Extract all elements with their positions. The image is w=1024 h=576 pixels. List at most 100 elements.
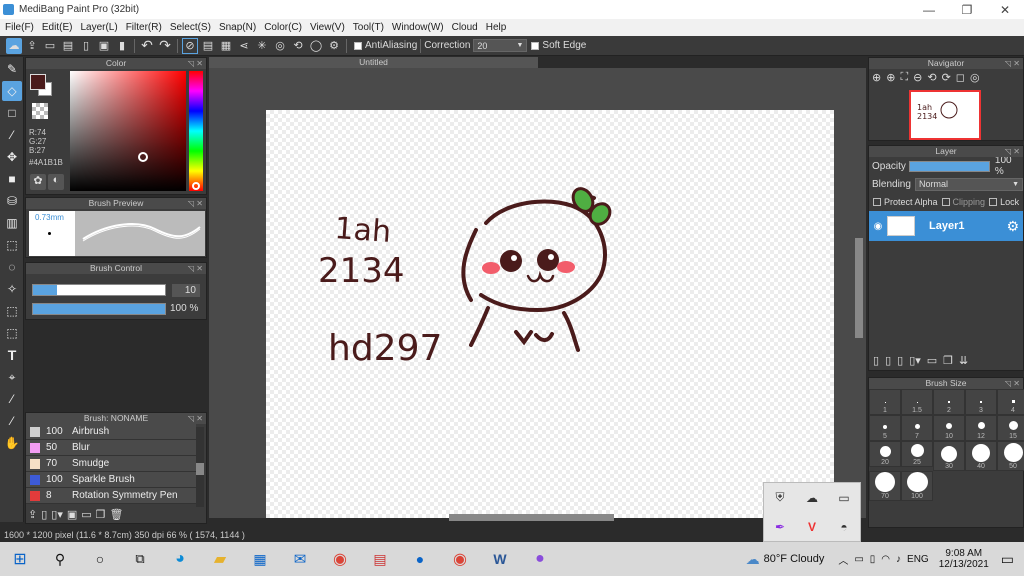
save-brush-icon[interactable]: ▣ bbox=[67, 508, 77, 521]
brush-size-value[interactable]: 10 bbox=[172, 284, 200, 297]
folder-icon[interactable]: ▭ bbox=[927, 354, 937, 367]
file-explorer-icon[interactable]: ▰ bbox=[200, 542, 240, 576]
fit-icon[interactable]: ⛶ bbox=[900, 71, 908, 84]
panel-options-icon[interactable]: ◹ ✕ bbox=[1005, 378, 1020, 389]
eraser-tool-icon[interactable]: ◇ bbox=[2, 81, 22, 101]
brush-size-option[interactable]: 10 bbox=[933, 415, 965, 441]
task-view-icon[interactable]: ⧉ bbox=[120, 542, 160, 576]
upload-brush-icon[interactable]: ⇪ bbox=[28, 508, 37, 521]
close-button[interactable]: ✕ bbox=[986, 3, 1024, 17]
scrollbar-thumb[interactable] bbox=[196, 463, 204, 475]
brush-size-option[interactable]: 12 bbox=[965, 415, 997, 441]
mail-icon[interactable]: ✉ bbox=[280, 542, 320, 576]
new-brush-icon[interactable]: ▯ bbox=[41, 508, 47, 521]
redo-icon[interactable]: ↷ bbox=[157, 37, 173, 54]
brush-item[interactable]: 70 Smudge bbox=[26, 456, 196, 472]
network-icon[interactable]: ▭ bbox=[854, 554, 863, 565]
color-picker-icon[interactable]: ◐ bbox=[48, 174, 64, 190]
soft-edge-checkbox[interactable] bbox=[531, 41, 540, 50]
trash-icon[interactable]: 🗑 bbox=[110, 508, 124, 521]
new-1bit-layer-icon[interactable]: ▯ bbox=[897, 354, 903, 367]
app-grid-icon[interactable]: ▤ bbox=[360, 542, 400, 576]
cloud-icon[interactable]: ☁ bbox=[6, 37, 22, 54]
antialiasing-checkbox[interactable] bbox=[354, 41, 362, 50]
transparent-color-swatch[interactable] bbox=[32, 103, 48, 119]
menu-snap[interactable]: Snap(N) bbox=[219, 22, 256, 33]
reset-icon[interactable]: ◻ bbox=[956, 71, 965, 84]
clipping-checkbox[interactable] bbox=[941, 198, 950, 206]
cloud-icon[interactable]: ☁ bbox=[806, 491, 818, 505]
move-tool-icon[interactable]: ✥ bbox=[2, 147, 22, 167]
brush-item[interactable]: 100 Airbrush bbox=[26, 424, 196, 440]
brush-size-option[interactable]: 1.5 bbox=[901, 389, 933, 415]
blending-dropdown[interactable]: Normal ▼ bbox=[915, 177, 1023, 191]
layer-item[interactable]: ◉ Layer1 ⚙ bbox=[869, 211, 1023, 241]
menu-cloud[interactable]: Cloud bbox=[452, 22, 478, 33]
rotate-right-icon[interactable]: ⟳ bbox=[942, 71, 951, 84]
curve-snap-icon[interactable]: ⟲ bbox=[290, 38, 306, 54]
menu-filter[interactable]: Filter(R) bbox=[126, 22, 162, 33]
circle-snap-icon[interactable]: ◯ bbox=[308, 38, 324, 54]
layer-settings-gear-icon[interactable]: ⚙ bbox=[1006, 218, 1019, 235]
paint-drop-icon[interactable]: ● bbox=[520, 542, 560, 576]
discord-icon[interactable]: ◓ bbox=[840, 520, 847, 534]
canvas-area[interactable]: 1ah 2134 hd297 bbox=[209, 68, 866, 521]
brush-item[interactable]: 100 Sparkle Brush bbox=[26, 472, 196, 488]
language-indicator[interactable]: ENG bbox=[907, 554, 929, 565]
edge-icon[interactable]: ◕ bbox=[160, 542, 200, 576]
magic-wand-tool-icon[interactable]: ✧ bbox=[2, 279, 22, 299]
brush-tool-icon[interactable]: ✎ bbox=[2, 59, 22, 79]
merge-layer-icon[interactable]: ⇊ bbox=[959, 354, 968, 367]
minimize-button[interactable]: — bbox=[910, 3, 948, 17]
zoom-icon[interactable]: ⊕ bbox=[886, 71, 895, 84]
grid-snap-icon[interactable]: ▦ bbox=[218, 38, 234, 54]
menu-tool[interactable]: Tool(T) bbox=[353, 22, 384, 33]
menu-file[interactable]: File(F) bbox=[5, 22, 34, 33]
lock-checkbox[interactable] bbox=[989, 198, 998, 206]
weather-icon[interactable]: ☁ bbox=[746, 551, 760, 568]
copy-icon[interactable]: ❐ bbox=[96, 508, 106, 521]
menu-window[interactable]: Window(W) bbox=[392, 22, 444, 33]
brush-size-option[interactable]: 40 bbox=[965, 441, 997, 471]
menu-handle-icon[interactable]: ▮ bbox=[114, 38, 130, 54]
panel-options-icon[interactable]: ◹ ✕ bbox=[188, 58, 203, 69]
brush-size-option[interactable]: 30 bbox=[933, 441, 965, 471]
gradient-tool-icon[interactable]: ▥ bbox=[2, 213, 22, 233]
hue-slider-handle[interactable] bbox=[192, 182, 200, 190]
vivaldi-icon[interactable]: V bbox=[808, 520, 816, 534]
brush-size-option[interactable]: 2 bbox=[933, 389, 965, 415]
perspective-snap-icon[interactable]: ⋖ bbox=[236, 38, 252, 54]
comment-icon[interactable]: ▭ bbox=[42, 38, 58, 54]
chrome-icon[interactable]: ◉ bbox=[320, 542, 360, 576]
brush-size-option[interactable]: 15 bbox=[997, 415, 1024, 441]
display-icon[interactable]: ▭ bbox=[838, 491, 849, 505]
navigator-thumbnail[interactable]: 1ah 2134 bbox=[909, 90, 981, 140]
drawing-canvas[interactable]: 1ah 2134 hd297 bbox=[266, 110, 834, 518]
undo-icon[interactable]: ↶ bbox=[139, 37, 155, 54]
brush-item[interactable]: 8 Rotation Symmetry Pen bbox=[26, 488, 196, 504]
clock[interactable]: 9:08 AM 12/13/2021 bbox=[939, 548, 989, 570]
pen-icon[interactable]: ✒ bbox=[775, 520, 785, 534]
bucket-tool-icon[interactable]: ⛁ bbox=[2, 191, 22, 211]
store-icon[interactable]: ▦ bbox=[240, 542, 280, 576]
layer-opacity-slider[interactable] bbox=[908, 160, 990, 172]
zalo-icon[interactable]: ● bbox=[400, 542, 440, 576]
menu-view[interactable]: View(V) bbox=[310, 22, 345, 33]
save-icon[interactable]: ▣ bbox=[96, 38, 112, 54]
add-layer-dropdown-icon[interactable]: ▯▾ bbox=[909, 354, 921, 367]
horizontal-scrollbar[interactable] bbox=[449, 514, 614, 521]
tray-chevron-up-icon[interactable]: ︿ bbox=[838, 552, 848, 567]
menu-layer[interactable]: Layer(L) bbox=[80, 22, 117, 33]
dot-tool-icon[interactable]: □ bbox=[2, 103, 22, 123]
menu-color[interactable]: Color(C) bbox=[264, 22, 302, 33]
panel-options-icon[interactable]: ◹ ✕ bbox=[1005, 146, 1020, 157]
add-brush-icon[interactable]: ▯▾ bbox=[51, 508, 63, 521]
snap-off-icon[interactable]: ⊘ bbox=[182, 37, 198, 54]
select-eraser-tool-icon[interactable]: ⬚ bbox=[2, 323, 22, 343]
weather-text[interactable]: 80°F Cloudy bbox=[764, 553, 825, 565]
brush-opacity-slider[interactable] bbox=[32, 303, 166, 315]
wifi-icon[interactable]: ◠ bbox=[881, 554, 890, 565]
restore-button[interactable]: ❐ bbox=[948, 3, 986, 17]
brush-size-slider[interactable] bbox=[32, 284, 166, 296]
folder-icon[interactable]: ▭ bbox=[81, 508, 91, 521]
